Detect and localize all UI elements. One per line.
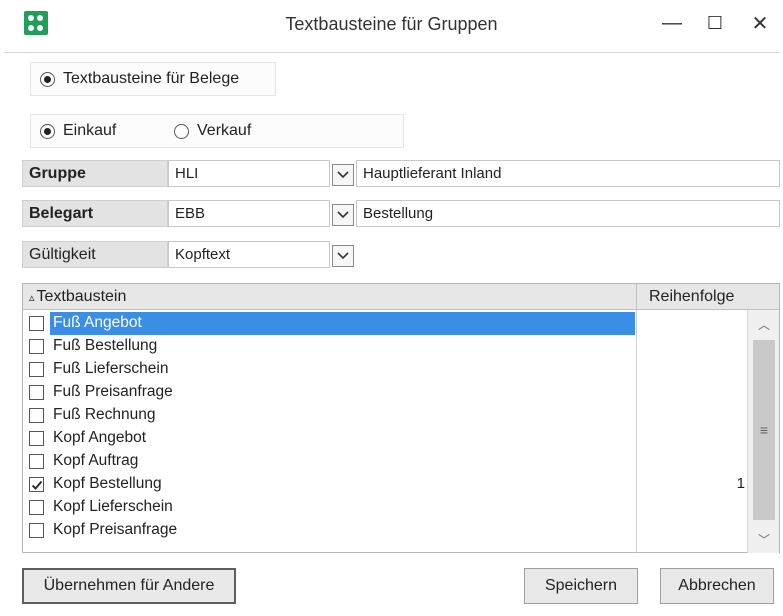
gruppe-description-field[interactable]: Hauptlieferant Inland bbox=[356, 160, 780, 187]
list-item-order: 1 bbox=[736, 475, 745, 492]
list-item[interactable]: Fuß Preisanfrage bbox=[23, 381, 747, 404]
title-bar: Textbausteine für Gruppen — ☐ ✕ bbox=[0, 0, 783, 52]
scrollbar-thumb[interactable]: ≡ bbox=[753, 340, 775, 520]
list-item-checkbox[interactable] bbox=[29, 500, 44, 515]
list-item-checkbox[interactable] bbox=[29, 408, 44, 423]
list-header: ▵ Textbaustein Reihenfolge bbox=[23, 284, 779, 310]
gruppe-code-field[interactable]: HLI bbox=[168, 160, 330, 187]
list-item-label: Fuß Preisanfrage bbox=[53, 383, 173, 400]
gueltigkeit-select[interactable]: Kopftext bbox=[168, 241, 330, 268]
list-item-checkbox[interactable] bbox=[29, 385, 44, 400]
chevron-down-icon bbox=[337, 252, 349, 260]
list-item[interactable]: Kopf Angebot bbox=[23, 427, 747, 450]
verkauf-radio[interactable]: Verkauf bbox=[174, 122, 251, 140]
list-item[interactable]: Kopf Lieferschein bbox=[23, 496, 747, 519]
list-item-label: Fuß Rechnung bbox=[53, 406, 156, 423]
list-item-label: Fuß Angebot bbox=[50, 314, 145, 332]
gruppe-label: Gruppe bbox=[22, 160, 168, 187]
list-item[interactable]: Fuß Bestellung bbox=[23, 335, 747, 358]
column-header-reihenfolge[interactable]: Reihenfolge bbox=[636, 284, 779, 310]
belegart-dropdown-button[interactable] bbox=[332, 204, 354, 226]
list-item-label: Fuß Lieferschein bbox=[53, 360, 169, 377]
scope-radio[interactable]: Textbausteine für Belege bbox=[40, 70, 239, 88]
checkmark-icon bbox=[31, 480, 42, 490]
list-item-checkbox[interactable] bbox=[29, 523, 44, 538]
verkauf-radio-indicator[interactable] bbox=[174, 123, 189, 139]
textbaustein-list: ▵ Textbaustein Reihenfolge Fuß Angebot Fu… bbox=[22, 283, 780, 553]
list-item[interactable]: Fuß Rechnung bbox=[23, 404, 747, 427]
list-item-checkbox[interactable] bbox=[29, 477, 44, 492]
list-item[interactable]: Kopf Bestellung 1 bbox=[23, 473, 747, 496]
einkauf-radio-label: Einkauf bbox=[63, 122, 117, 139]
column-header-reihenfolge-label: Reihenfolge bbox=[649, 288, 735, 305]
list-item[interactable]: Kopf Auftrag bbox=[23, 450, 747, 473]
list-item-checkbox[interactable] bbox=[29, 316, 44, 331]
list-item[interactable]: Fuß Angebot bbox=[23, 312, 747, 335]
column-separator bbox=[636, 310, 637, 553]
einkauf-radio-indicator[interactable] bbox=[40, 123, 55, 139]
gueltigkeit-label: Gültigkeit bbox=[22, 241, 168, 268]
sort-ascending-icon: ▵ bbox=[29, 291, 35, 304]
list-item[interactable]: Fuß Lieferschein bbox=[23, 358, 747, 381]
save-button[interactable]: Speichern bbox=[524, 568, 638, 604]
scroll-up-icon[interactable]: ︿ bbox=[748, 312, 780, 336]
scope-radio-indicator[interactable] bbox=[40, 71, 55, 87]
vertical-scrollbar[interactable]: ︿ ≡ ﹀ bbox=[747, 310, 779, 553]
cancel-button[interactable]: Abbrechen bbox=[660, 568, 774, 604]
list-item[interactable]: Kopf Preisanfrage bbox=[23, 519, 747, 542]
uebernehmen-fuer-andere-button[interactable]: Übernehmen für Andere bbox=[22, 568, 236, 604]
list-item-label: Kopf Auftrag bbox=[53, 452, 139, 469]
close-button[interactable]: ✕ bbox=[740, 6, 780, 40]
chevron-down-icon bbox=[337, 211, 349, 219]
verkauf-radio-label: Verkauf bbox=[197, 122, 252, 139]
gueltigkeit-dropdown-button[interactable] bbox=[332, 245, 354, 267]
column-header-textbaustein-label: Textbaustein bbox=[36, 288, 127, 305]
list-item-label: Kopf Bestellung bbox=[53, 475, 162, 492]
list-item-checkbox[interactable] bbox=[29, 454, 44, 469]
chevron-down-icon bbox=[337, 171, 349, 179]
belegart-label: Belegart bbox=[22, 200, 168, 227]
list-item-label: Kopf Angebot bbox=[53, 429, 147, 446]
einkauf-radio[interactable]: Einkauf bbox=[40, 122, 116, 140]
list-item-label: Kopf Lieferschein bbox=[53, 498, 173, 515]
column-header-textbaustein[interactable]: ▵ Textbaustein bbox=[29, 284, 126, 310]
list-item-label: Fuß Bestellung bbox=[53, 337, 158, 354]
maximize-button[interactable]: ☐ bbox=[695, 6, 735, 40]
minimize-button[interactable]: — bbox=[652, 6, 692, 40]
scope-radio-label: Textbausteine für Belege bbox=[63, 70, 240, 87]
scroll-down-icon[interactable]: ﹀ bbox=[748, 527, 780, 551]
list-item-checkbox[interactable] bbox=[29, 431, 44, 446]
belegart-code-field[interactable]: EBB bbox=[168, 200, 330, 227]
list-item-checkbox[interactable] bbox=[29, 339, 44, 354]
list-item-label: Kopf Preisanfrage bbox=[53, 521, 178, 538]
list-item-checkbox[interactable] bbox=[29, 362, 44, 377]
belegart-description-field[interactable]: Bestellung bbox=[356, 200, 780, 227]
gruppe-dropdown-button[interactable] bbox=[332, 164, 354, 186]
